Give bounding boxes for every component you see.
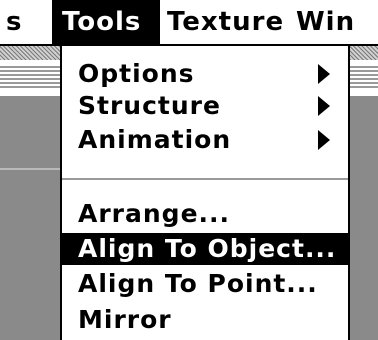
menu-title-window[interactable]: Win <box>296 0 355 44</box>
tools-menu-dropdown: Options Structure Animation Arrange... A… <box>60 46 350 340</box>
screen: s Tools Texture Win Options Structure An… <box>0 0 378 340</box>
submenu-arrow-icon <box>318 130 330 150</box>
menu-item-label: Align To Object... <box>78 234 337 263</box>
menu-item-label: Align To Point... <box>78 269 318 298</box>
titlebar-texture <box>350 46 378 60</box>
menu-title-tools[interactable]: Tools <box>52 0 160 44</box>
menu-item-animation[interactable]: Animation <box>62 124 348 156</box>
menu-item-label: Structure <box>78 91 221 120</box>
menu-item-align-to-point[interactable]: Align To Point... <box>62 268 348 300</box>
menu-separator <box>62 178 348 180</box>
titlebar-stripes <box>0 66 60 90</box>
menu-bar: s Tools Texture Win <box>0 0 378 46</box>
background-divider <box>0 168 60 170</box>
submenu-arrow-icon <box>318 96 330 116</box>
menu-item-arrange[interactable]: Arrange... <box>62 198 348 230</box>
menu-item-label: Arrange... <box>78 199 231 228</box>
menu-item-structure[interactable]: Structure <box>62 90 348 122</box>
background-titlebar-left <box>0 46 60 96</box>
menu-item-label: Animation <box>78 125 232 154</box>
titlebar-texture <box>0 46 60 60</box>
menu-item-options[interactable]: Options <box>62 58 348 90</box>
menu-item-label: Options <box>78 59 195 88</box>
menu-item-mirror[interactable]: Mirror <box>62 304 348 336</box>
menu-item-label: Mirror <box>78 305 172 334</box>
menu-item-align-to-object[interactable]: Align To Object... <box>62 233 348 265</box>
titlebar-stripes <box>350 66 378 90</box>
background-titlebar-right <box>350 46 378 96</box>
menu-title-previous[interactable]: s <box>6 0 22 44</box>
menu-title-texture[interactable]: Texture <box>167 0 284 44</box>
submenu-arrow-icon <box>318 64 330 84</box>
